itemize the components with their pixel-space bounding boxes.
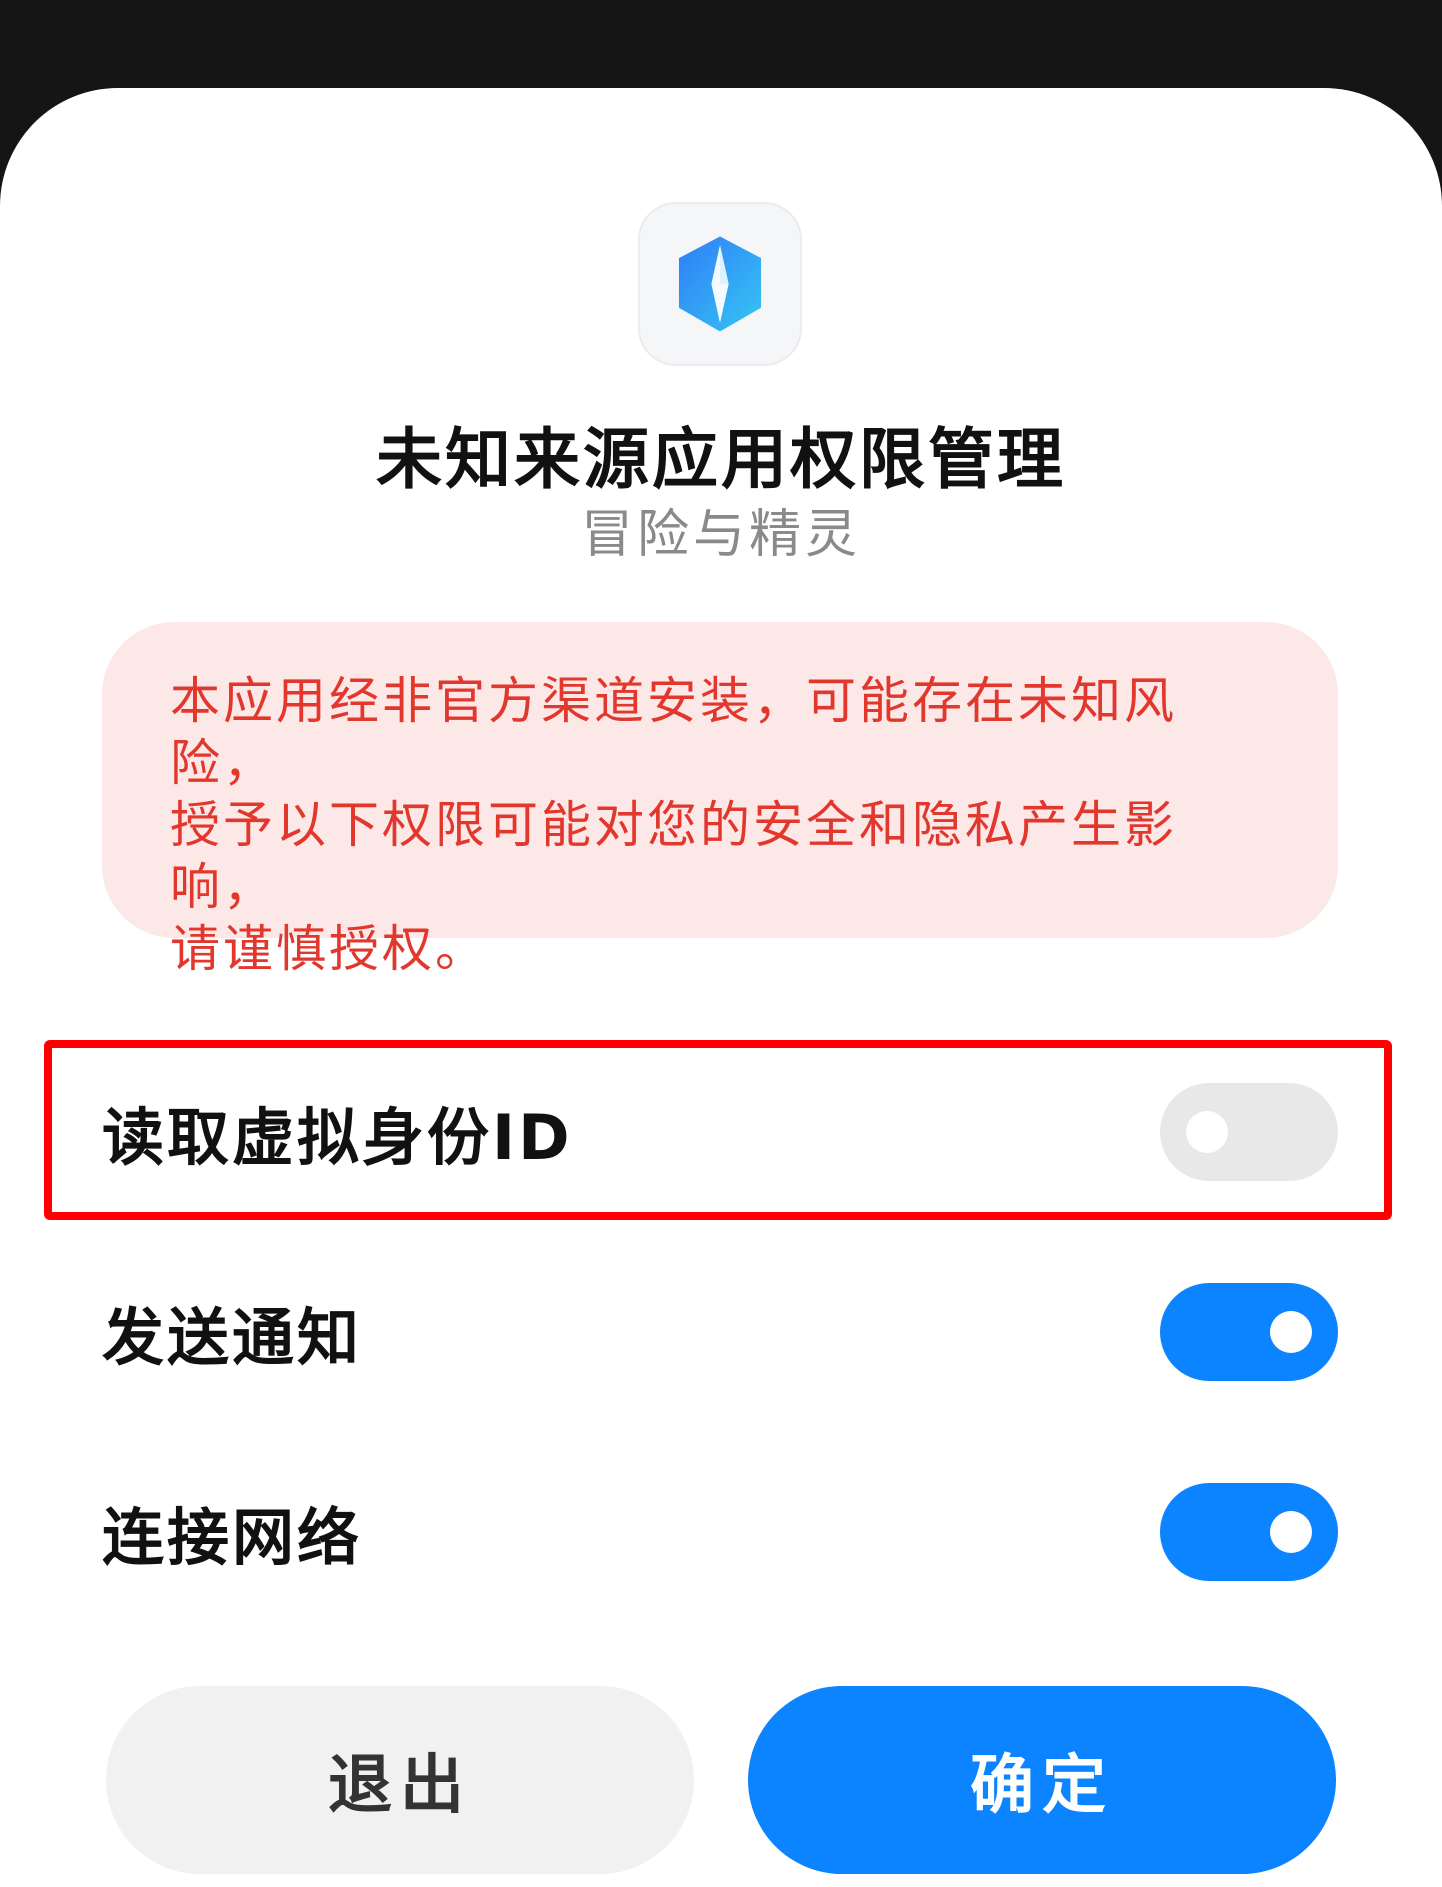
warning-line: 本应用经非官方渠道安装，可能存在未知风险， xyxy=(170,672,1177,792)
warning-line: 授予以下权限可能对您的安全和隐私产生影响， xyxy=(170,796,1177,916)
permission-row-virtual-id: 读取虚拟身份ID xyxy=(102,1082,1338,1182)
toggle-knob xyxy=(1186,1111,1228,1153)
permission-label: 读取虚拟身份ID xyxy=(102,1101,573,1174)
permission-row-notifications: 发送通知 xyxy=(102,1282,1338,1382)
risk-warning-box: 本应用经非官方渠道安装，可能存在未知风险， 授予以下权限可能对您的安全和隐私产生… xyxy=(102,622,1338,978)
permission-toggle-notifications[interactable] xyxy=(1160,1283,1338,1381)
app-name: 冒险与精灵 xyxy=(580,505,861,565)
permission-dialog: 未知来源应用权限管理 冒险与精灵 本应用经非官方渠道安装，可能存在未知风险， 授… xyxy=(0,88,1442,1887)
app-icon xyxy=(638,202,802,366)
exit-button[interactable]: 退出 xyxy=(106,1686,694,1874)
permission-label: 发送通知 xyxy=(102,1301,363,1374)
toggle-knob xyxy=(1270,1511,1312,1553)
permission-label: 连接网络 xyxy=(102,1501,363,1574)
permission-toggle-virtual-id[interactable] xyxy=(1160,1083,1338,1181)
toggle-knob xyxy=(1270,1311,1312,1353)
permission-row-network: 连接网络 xyxy=(102,1482,1338,1582)
confirm-button[interactable]: 确定 xyxy=(748,1686,1336,1874)
dialog-title: 未知来源应用权限管理 xyxy=(376,421,1066,498)
shield-compass-icon xyxy=(678,236,762,332)
warning-line: 请谨慎授权。 xyxy=(170,920,488,978)
permission-toggle-network[interactable] xyxy=(1160,1483,1338,1581)
